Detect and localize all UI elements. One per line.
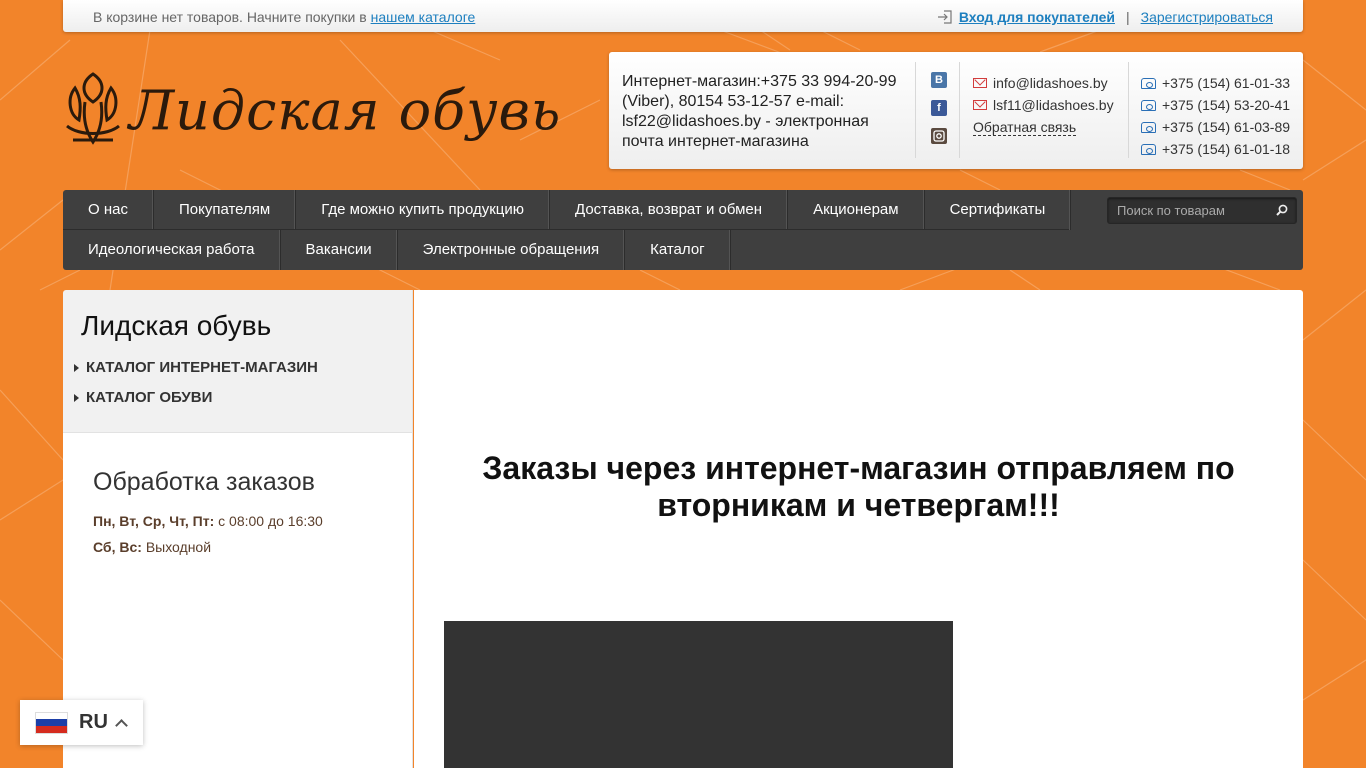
nav-item-vacancies[interactable]: Вакансии xyxy=(281,230,398,270)
russia-flag-icon xyxy=(35,711,68,734)
phone-row: +375 (154) 61-01-33 xyxy=(1141,72,1290,94)
nav-item-where-to-buy[interactable]: Где можно купить продукцию xyxy=(296,190,550,230)
hours-time: с 08:00 до 16:30 xyxy=(218,513,323,529)
phone-number: +375 (154) 53-20-41 xyxy=(1162,97,1291,113)
search-input[interactable] xyxy=(1108,198,1268,223)
instagram-icon[interactable] xyxy=(931,128,947,144)
envelope-icon xyxy=(973,78,987,88)
arrow-right-icon xyxy=(74,363,79,372)
phone-icon xyxy=(1141,77,1156,89)
sidebar-item-label: КАТАЛОГ ОБУВИ xyxy=(86,389,213,406)
email-address[interactable]: lsf11@lidashoes.by xyxy=(993,97,1114,113)
email-list: info@lidashoes.by lsf11@lidashoes.by Обр… xyxy=(973,72,1114,138)
sidebar-catalog: Лидская обувь КАТАЛОГ ИНТЕРНЕТ-МАГАЗИН К… xyxy=(63,290,413,433)
phone-number: +375 (154) 61-01-18 xyxy=(1162,141,1291,157)
sidebar-title: Лидская обувь xyxy=(81,310,272,341)
auth-separator: | xyxy=(1125,9,1130,25)
shipping-notice: Заказы через интернет-магазин отправляем… xyxy=(482,450,1235,523)
phone-row: +375 (154) 61-01-18 xyxy=(1141,138,1290,160)
video-player[interactable] xyxy=(444,621,953,768)
hours-title: Обработка заказов xyxy=(93,468,315,496)
phone-icon xyxy=(1141,121,1156,133)
main-navigation: О нас Покупателям Где можно купить проду… xyxy=(63,190,1303,270)
hours-days: Сб, Вс: xyxy=(93,539,142,555)
nav-item-delivery[interactable]: Доставка, возврат и обмен xyxy=(550,190,789,230)
divider xyxy=(1128,62,1129,158)
facebook-icon[interactable]: f xyxy=(931,100,947,116)
nav-item-customers[interactable]: Покупателям xyxy=(154,190,297,230)
sidebar-item-shoe-catalog[interactable]: КАТАЛОГ ОБУВИ xyxy=(74,389,212,406)
nav-item-shareholders[interactable]: Акционерам xyxy=(788,190,925,230)
language-switcher[interactable]: RU xyxy=(20,700,143,745)
hours-row: Сб, Вс: Выходной xyxy=(93,539,211,555)
contacts-panel: Интернет-магазин:+375 33 994-20-99 (Vibe… xyxy=(609,52,1303,169)
phone-number: +375 (154) 61-01-33 xyxy=(1162,75,1291,91)
nav-row: Идеологическая работа Вакансии Электронн… xyxy=(63,230,731,270)
hours-row: Пн, Вт, Ср, Чт, Пт: с 08:00 до 16:30 xyxy=(93,513,323,529)
chevron-up-icon xyxy=(115,718,128,732)
divider xyxy=(959,62,960,158)
phone-row: +375 (154) 61-03-89 xyxy=(1141,116,1290,138)
phone-icon xyxy=(1141,143,1156,155)
catalog-link[interactable]: нашем каталоге xyxy=(371,9,476,25)
main-content: Заказы через интернет-магазин отправляем… xyxy=(414,290,1303,768)
phone-list: +375 (154) 61-01-33 +375 (154) 53-20-41 … xyxy=(1141,72,1290,160)
cart-status: В корзине нет товаров. Начните покупки в… xyxy=(93,9,475,25)
logo-emblem-icon xyxy=(66,72,120,145)
email-row: lsf11@lidashoes.by xyxy=(973,94,1114,116)
nav-item-catalog[interactable]: Каталог xyxy=(625,230,731,270)
nav-item-ideology[interactable]: Идеологическая работа xyxy=(63,230,281,270)
feedback-row: Обратная связь xyxy=(973,116,1114,138)
divider xyxy=(915,62,916,158)
register-link[interactable]: Зарегистрироваться xyxy=(1141,9,1273,25)
vk-icon[interactable]: B xyxy=(931,72,947,88)
arrow-right-icon xyxy=(74,393,79,402)
site-logo[interactable]: Лидская обувь xyxy=(63,66,560,156)
sidebar-item-label: КАТАЛОГ ИНТЕРНЕТ-МАГАЗИН xyxy=(86,359,318,376)
email-row: info@lidashoes.by xyxy=(973,72,1114,94)
login-link[interactable]: Вход для покупателей xyxy=(959,9,1115,25)
email-address[interactable]: info@lidashoes.by xyxy=(993,75,1108,91)
hours-time: Выходной xyxy=(145,539,212,555)
phone-icon xyxy=(1141,99,1156,111)
social-links: B f xyxy=(931,72,947,156)
cart-text: В корзине нет товаров. Начните покупки в xyxy=(93,9,367,25)
shop-contact-info: Интернет-магазин:+375 33 994-20-99 (Vibe… xyxy=(622,73,897,150)
nav-item-about[interactable]: О нас xyxy=(63,190,154,230)
search-box xyxy=(1107,197,1297,224)
search-icon[interactable] xyxy=(1276,204,1288,216)
feedback-link[interactable]: Обратная связь xyxy=(973,119,1077,136)
envelope-icon xyxy=(973,100,987,110)
hours-days: Пн, Вт, Ср, Чт, Пт: xyxy=(93,513,215,529)
phone-number: +375 (154) 61-03-89 xyxy=(1162,119,1291,135)
nav-item-appeals[interactable]: Электронные обращения xyxy=(398,230,626,270)
login-icon xyxy=(937,10,952,24)
nav-item-certificates[interactable]: Сертификаты xyxy=(925,190,1072,230)
language-code: RU xyxy=(79,711,108,733)
auth-links: Вход для покупателей | Зарегистрироватьс… xyxy=(937,9,1273,25)
phone-row: +375 (154) 53-20-41 xyxy=(1141,94,1290,116)
logo-text: Лидская обувь xyxy=(129,79,562,142)
nav-row: О нас Покупателям Где можно купить проду… xyxy=(63,190,1072,230)
top-bar: В корзине нет товаров. Начните покупки в… xyxy=(63,0,1303,32)
sidebar-item-shop-catalog[interactable]: КАТАЛОГ ИНТЕРНЕТ-МАГАЗИН xyxy=(74,359,318,376)
